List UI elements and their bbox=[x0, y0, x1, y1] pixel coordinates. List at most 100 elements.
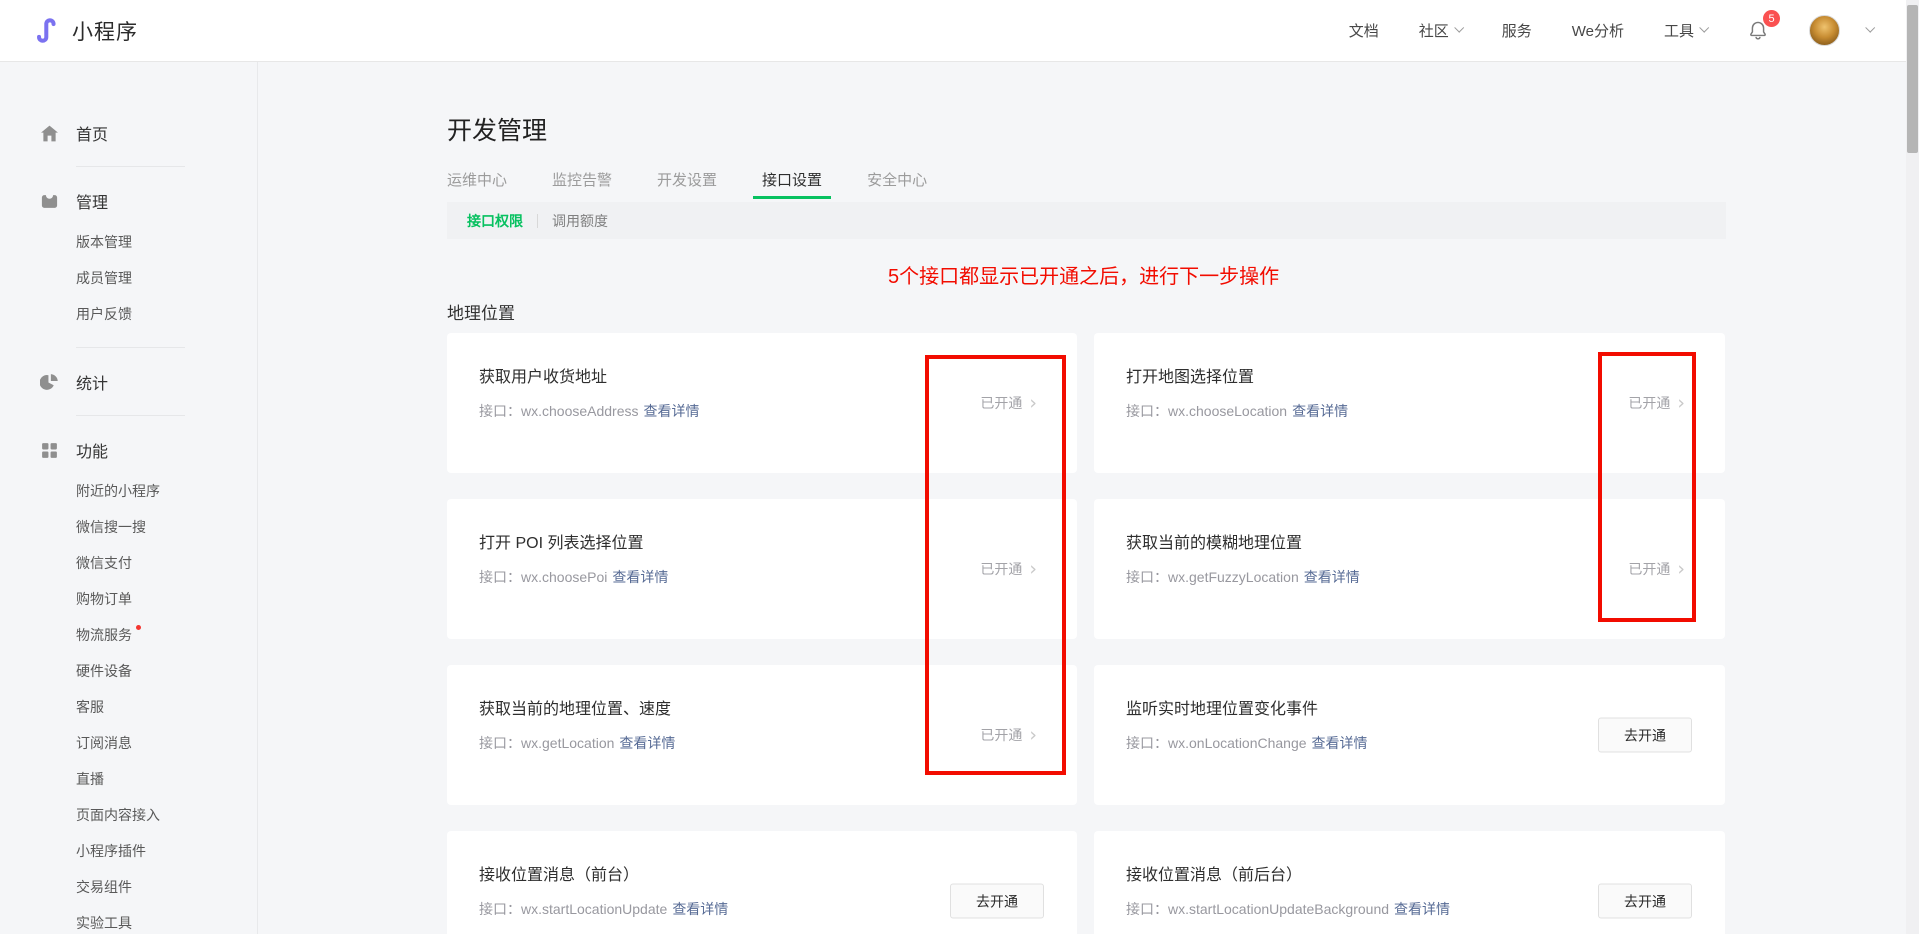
activate-button[interactable]: 去开通 bbox=[1598, 884, 1692, 919]
logo-text: 小程序 bbox=[72, 16, 138, 46]
app-logo[interactable]: 小程序 bbox=[33, 16, 138, 46]
api-name: wx.chooseAddress bbox=[521, 403, 639, 419]
status-label: 已开通 bbox=[980, 559, 1022, 579]
scrollbar-track[interactable] bbox=[1906, 0, 1919, 934]
api-card-chooseaddress: 获取用户收货地址 接口：wx.chooseAddress查看详情 已开通› bbox=[447, 333, 1077, 473]
status-activated[interactable]: 已开通› bbox=[1628, 559, 1685, 579]
activate-button[interactable]: 去开通 bbox=[1598, 718, 1692, 753]
subtab-api-permissions[interactable]: 接口权限 bbox=[467, 211, 523, 231]
nav-item-community[interactable]: 社区 bbox=[1419, 20, 1462, 41]
tab-bar: 运维中心 监控告警 开发设置 接口设置 安全中心 bbox=[447, 169, 1726, 189]
scrollbar-thumb[interactable] bbox=[1907, 5, 1918, 153]
status-activated[interactable]: 已开通 › bbox=[1628, 393, 1685, 413]
api-name: wx.getFuzzyLocation bbox=[1168, 569, 1299, 585]
status-label: 已开通 bbox=[1628, 559, 1670, 579]
tab-monitor-alerts[interactable]: 监控告警 bbox=[552, 169, 612, 189]
card-title: 监听实时地理位置变化事件 bbox=[1126, 695, 1725, 719]
sidebar-item-hardware-devices[interactable]: 硬件设备 bbox=[0, 653, 257, 689]
api-card-grid: 获取用户收货地址 接口：wx.chooseAddress查看详情 已开通› 打开… bbox=[447, 333, 1726, 934]
sidebar-item-subscribe-messages[interactable]: 订阅消息 bbox=[0, 725, 257, 761]
chevron-down-icon[interactable] bbox=[1865, 23, 1875, 33]
api-name: wx.startLocationUpdate bbox=[521, 901, 667, 917]
inbox-icon bbox=[40, 192, 59, 211]
sidebar-item-live[interactable]: 直播 bbox=[0, 761, 257, 797]
api-name: wx.choosePoi bbox=[521, 569, 607, 585]
view-detail-link[interactable]: 查看详情 bbox=[612, 569, 668, 585]
chevron-right-icon: › bbox=[1029, 396, 1037, 410]
sidebar-item-statistics[interactable]: 统计 bbox=[0, 368, 257, 396]
view-detail-link[interactable]: 查看详情 bbox=[644, 403, 700, 419]
card-title: 获取当前的地理位置、速度 bbox=[479, 695, 1077, 719]
sidebar-divider bbox=[76, 166, 185, 167]
card-title: 接收位置消息（前台） bbox=[479, 861, 1077, 885]
user-avatar[interactable] bbox=[1809, 15, 1840, 46]
sidebar-item-nearby-miniprograms[interactable]: 附近的小程序 bbox=[0, 473, 257, 509]
status-label: 已开通 bbox=[1628, 393, 1670, 413]
status-activated[interactable]: 已开通 › bbox=[980, 559, 1037, 579]
annotation-text: 5个接口都显示已开通之后，进行下一步操作 bbox=[447, 264, 1726, 290]
nav-item-tools[interactable]: 工具 bbox=[1664, 20, 1707, 41]
sidebar-item-customer-service[interactable]: 客服 bbox=[0, 689, 257, 725]
chevron-right-icon: › bbox=[1029, 728, 1037, 742]
sidebar-item-label: 首页 bbox=[76, 121, 108, 145]
sidebar-item-user-feedback[interactable]: 用户反馈 bbox=[0, 296, 257, 332]
api-card-startlocationupdatebackground: 接收位置消息（前后台） 接口：wx.startLocationUpdateBac… bbox=[1094, 831, 1725, 934]
status-label: 已开通 bbox=[980, 725, 1022, 745]
sidebar-item-wechat-pay[interactable]: 微信支付 bbox=[0, 545, 257, 581]
card-title: 获取用户收货地址 bbox=[479, 363, 1077, 387]
sidebar-item-logistics-services[interactable]: 物流服务 bbox=[0, 617, 257, 653]
subtab-divider bbox=[537, 214, 538, 228]
tab-security-center[interactable]: 安全中心 bbox=[867, 169, 927, 189]
sidebar-item-trade-components[interactable]: 交易组件 bbox=[0, 869, 257, 905]
chevron-down-icon bbox=[1699, 23, 1709, 33]
api-card-onlocationchange: 监听实时地理位置变化事件 接口：wx.onLocationChange查看详情 … bbox=[1094, 665, 1725, 805]
sidebar-item-features[interactable]: 功能 bbox=[0, 436, 257, 464]
pie-chart-icon bbox=[40, 373, 59, 392]
home-icon bbox=[40, 124, 59, 143]
tab-ops-center[interactable]: 运维中心 bbox=[447, 169, 507, 189]
sidebar-item-management[interactable]: 管理 bbox=[0, 187, 257, 215]
api-card-chooselocation: 打开地图选择位置 接口：wx.chooseLocation查看详情 已开通› bbox=[1094, 333, 1725, 473]
api-card-startlocationupdate: 接收位置消息（前台） 接口：wx.startLocationUpdate查看详情… bbox=[447, 831, 1077, 934]
nav-item-docs[interactable]: 文档 bbox=[1349, 20, 1379, 41]
sidebar-item-member-management[interactable]: 成员管理 bbox=[0, 260, 257, 296]
sidebar: 首页 管理 版本管理 成员管理 用户反馈 统计 bbox=[0, 62, 258, 934]
chevron-right-icon: › bbox=[1029, 562, 1037, 576]
view-detail-link[interactable]: 查看详情 bbox=[1304, 569, 1360, 585]
sidebar-item-experiment-tools[interactable]: 实验工具 bbox=[0, 905, 257, 934]
notification-bell[interactable]: 5 bbox=[1747, 19, 1769, 42]
sidebar-item-page-content-access[interactable]: 页面内容接入 bbox=[0, 797, 257, 833]
activate-button[interactable]: 去开通 bbox=[950, 884, 1044, 919]
api-name: wx.onLocationChange bbox=[1168, 735, 1307, 751]
nav-item-services[interactable]: 服务 bbox=[1502, 20, 1532, 41]
status-activated[interactable]: 已开通 › bbox=[980, 393, 1037, 413]
view-detail-link[interactable]: 查看详情 bbox=[619, 735, 675, 751]
page-title: 开发管理 bbox=[447, 115, 1726, 148]
sidebar-divider bbox=[76, 415, 185, 416]
sidebar-item-shopping-orders[interactable]: 购物订单 bbox=[0, 581, 257, 617]
api-card-getlocation: 获取当前的地理位置、速度 接口：wx.getLocation查看详情 已开通› bbox=[447, 665, 1077, 805]
view-detail-link[interactable]: 查看详情 bbox=[1292, 403, 1348, 419]
sidebar-item-version-management[interactable]: 版本管理 bbox=[0, 224, 257, 260]
sidebar-divider bbox=[76, 347, 185, 348]
miniprogram-logo-icon bbox=[33, 16, 62, 45]
sidebar-item-home[interactable]: 首页 bbox=[0, 119, 257, 147]
grid-icon bbox=[40, 441, 59, 460]
nav-item-weanalytics[interactable]: We分析 bbox=[1572, 20, 1624, 41]
card-title: 打开 POI 列表选择位置 bbox=[479, 529, 1077, 553]
section-title-geolocation: 地理位置 bbox=[447, 302, 1726, 325]
api-name: wx.chooseLocation bbox=[1168, 403, 1287, 419]
view-detail-link[interactable]: 查看详情 bbox=[672, 901, 728, 917]
subtab-call-quota[interactable]: 调用额度 bbox=[552, 211, 608, 231]
chevron-right-icon: › bbox=[1677, 396, 1685, 410]
view-detail-link[interactable]: 查看详情 bbox=[1394, 901, 1450, 917]
card-title: 接收位置消息（前后台） bbox=[1126, 861, 1725, 885]
status-activated[interactable]: 已开通 › bbox=[980, 725, 1037, 745]
view-detail-link[interactable]: 查看详情 bbox=[1312, 735, 1368, 751]
status-label: 已开通 bbox=[980, 393, 1022, 413]
tab-dev-settings[interactable]: 开发设置 bbox=[657, 169, 717, 189]
main-area: 开发管理 运维中心 监控告警 开发设置 接口设置 安全中心 接口权限 调用额度 … bbox=[258, 62, 1919, 934]
sidebar-item-wechat-search[interactable]: 微信搜一搜 bbox=[0, 509, 257, 545]
tab-api-settings[interactable]: 接口设置 bbox=[762, 169, 822, 189]
sidebar-item-miniprogram-plugins[interactable]: 小程序插件 bbox=[0, 833, 257, 869]
